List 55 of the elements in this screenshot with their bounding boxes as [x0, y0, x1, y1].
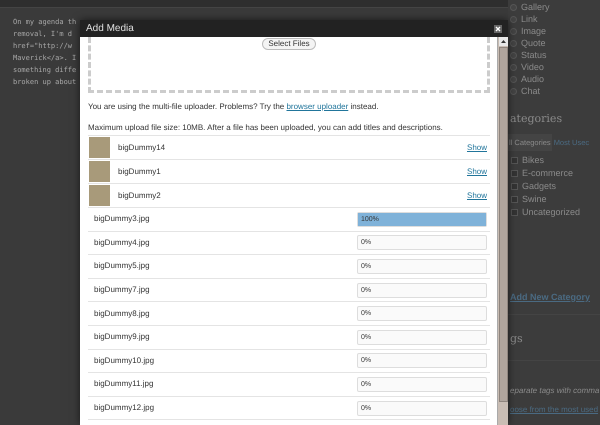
select-files-button[interactable]: Select Files	[262, 38, 316, 50]
file-name: bigDummy8.jpg	[94, 308, 151, 320]
checkbox[interactable]	[511, 208, 518, 216]
radio-button[interactable]	[510, 76, 517, 82]
show-link[interactable]: Show	[466, 166, 487, 178]
close-icon[interactable]	[494, 24, 502, 32]
radio-button[interactable]	[510, 88, 517, 94]
file-name: bigDummy2	[118, 190, 162, 202]
radio-button[interactable]	[510, 40, 517, 46]
checkbox[interactable]	[511, 156, 518, 164]
file-name: bigDummy1	[118, 166, 162, 178]
file-name: bigDummy3.jpg	[94, 213, 151, 226]
category-label: Uncategorized	[522, 206, 580, 219]
format-label: Chat	[521, 85, 540, 97]
format-label: Image	[521, 25, 546, 37]
dialog-title: Add Media	[86, 22, 134, 36]
section-title: gs	[509, 331, 524, 348]
format-label: Audio	[521, 73, 544, 85]
show-link[interactable]: Show	[466, 142, 487, 154]
format-label: Link	[521, 13, 538, 25]
category-label: Swine	[522, 192, 547, 206]
checkbox[interactable]	[511, 196, 518, 203]
file-name: bigDummy14	[118, 142, 166, 154]
show-link[interactable]: Show	[466, 190, 487, 202]
scroll-up-icon[interactable]	[498, 37, 508, 46]
photo-placeholder	[89, 185, 110, 206]
radio-button[interactable]	[510, 28, 517, 34]
upload-size-note: Maximum upload file size: 10MB. After a file has been uploaded, you can add titles and descriptions.	[88, 122, 444, 134]
format-label: Quote	[521, 37, 546, 49]
photo-placeholder	[89, 161, 110, 182]
category-label: Bikes	[522, 154, 544, 167]
file-name: bigDummy11.jpg	[94, 378, 154, 390]
category-label: E-commerce	[522, 166, 574, 180]
radio-button[interactable]	[510, 64, 517, 70]
category-label: Gadgets	[522, 180, 556, 193]
file-name: bigDummy5.jpg	[94, 260, 151, 272]
format-label: Status	[521, 49, 547, 61]
browser-uploader-link[interactable]: browser uploader	[286, 102, 348, 111]
checkbox[interactable]	[511, 182, 518, 190]
photo-placeholder	[89, 137, 110, 158]
uploader-notice: You are using the multi-file uploader. Problems? Try the browser uploader instead.	[88, 101, 380, 113]
file-name: bigDummy10.jpg	[94, 354, 156, 367]
file-name: bigDummy4.jpg	[94, 236, 151, 249]
file-name: bigDummy9.jpg	[94, 331, 151, 344]
scroll-thumb[interactable]	[498, 47, 508, 402]
radio-button[interactable]	[510, 4, 517, 10]
radio-button[interactable]	[510, 52, 517, 58]
format-label: Gallery	[521, 1, 550, 13]
tags-hint: eparate tags with comma	[509, 384, 600, 397]
radio-button[interactable]	[510, 16, 517, 22]
checkbox[interactable]	[511, 170, 518, 177]
file-name: bigDummy12.jpg	[94, 402, 156, 414]
file-name: bigDummy7.jpg	[94, 284, 151, 296]
format-label: Video	[521, 61, 544, 73]
section-title: ategories	[509, 111, 564, 127]
